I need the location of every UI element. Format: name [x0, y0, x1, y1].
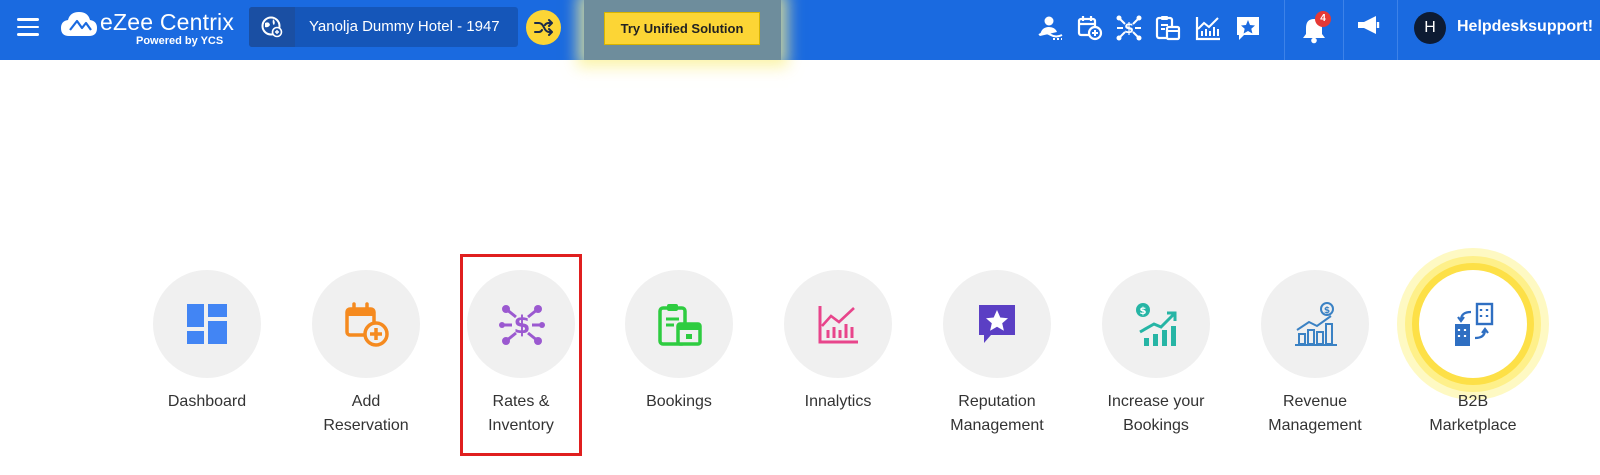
top-navigation-bar: eZee Centrix Powered by YCS Yanolja Dumm… [0, 0, 1600, 60]
module-icon-circle [625, 270, 733, 378]
hotel-name: Yanolja Dummy Hotel - 1947 [309, 18, 500, 35]
cloud-logo-icon [61, 12, 97, 36]
module-icon-circle [153, 270, 261, 378]
b2b-buildings-icon [1455, 302, 1494, 346]
app-name: eZee Centrix [100, 9, 235, 35]
module-increase-bookings[interactable]: $ Increase your Bookings [1081, 270, 1231, 440]
analytics-chart-icon[interactable] [1194, 14, 1222, 42]
shuffle-icon [534, 19, 553, 36]
selection-highlight-box [460, 254, 582, 456]
divider [1343, 0, 1344, 60]
module-label-line: Bookings [646, 393, 712, 410]
module-label-line: Dashboard [167, 393, 247, 410]
divider [1284, 0, 1285, 60]
guest-icon[interactable] [1036, 14, 1064, 42]
calendar-add-icon [345, 302, 389, 347]
module-label-line: Reputation [958, 393, 1036, 410]
module-bookings[interactable]: Bookings [604, 270, 754, 440]
module-dashboard[interactable]: Dashboard [132, 270, 282, 440]
module-label: Bookings [604, 390, 754, 414]
shuffle-hotel-button[interactable] [526, 10, 561, 45]
bookings-clipboard-icon [658, 304, 702, 346]
globe-icon [249, 7, 295, 47]
module-label: Dashboard [132, 390, 282, 414]
module-icon-circle: $ [1102, 270, 1210, 378]
module-icon-circle: $ [1261, 270, 1369, 378]
divider [1397, 0, 1398, 60]
module-label: B2B Marketplace [1398, 390, 1548, 438]
module-icon-circle [784, 270, 892, 378]
calendar-add-icon[interactable] [1076, 14, 1104, 42]
module-label: Innalytics [763, 390, 913, 414]
svg-text:$: $ [1140, 306, 1147, 317]
module-label-line: Reservation [323, 417, 409, 434]
module-label-line: Management [950, 417, 1044, 434]
module-revenue-management[interactable]: $ Revenue Management [1240, 270, 1390, 440]
rates-inventory-icon[interactable]: $ [1115, 14, 1143, 42]
app-tagline: Powered by YCS [136, 35, 224, 47]
module-label-line: Bookings [1123, 417, 1189, 434]
analytics-chart-icon [818, 306, 858, 344]
module-label: Reputation Management [922, 390, 1072, 438]
module-label-line: Revenue [1282, 393, 1348, 410]
module-label-line: Add [351, 393, 381, 410]
growth-dollar-icon: $ [1136, 303, 1177, 346]
module-label: Add Reservation [291, 390, 441, 438]
module-label: Revenue Management [1240, 390, 1390, 438]
svg-text:$: $ [1324, 306, 1330, 316]
module-label-line: Marketplace [1429, 417, 1517, 434]
username[interactable]: Helpdesksupport! [1457, 18, 1593, 36]
module-label-line: B2B [1457, 393, 1489, 410]
module-label-line: Increase your [1107, 393, 1205, 410]
reputation-star-icon[interactable] [1234, 14, 1262, 42]
avatar[interactable]: H [1414, 12, 1446, 44]
module-b2b-marketplace[interactable]: B2B Marketplace [1398, 270, 1548, 440]
hotel-selector[interactable]: Yanolja Dummy Hotel - 1947 [249, 7, 518, 47]
module-label: Increase your Bookings [1081, 390, 1231, 438]
module-label-line: Management [1268, 417, 1362, 434]
module-icon-circle [1419, 270, 1527, 378]
menu-icon[interactable] [17, 18, 39, 36]
svg-text:$: $ [1124, 21, 1134, 37]
module-icon-circle [312, 270, 420, 378]
dashboard-icon [187, 304, 227, 344]
module-reputation-management[interactable]: Reputation Management [922, 270, 1072, 440]
try-unified-solution-button[interactable]: Try Unified Solution [604, 12, 760, 45]
module-label-line: Innalytics [804, 393, 872, 410]
bookings-clipboard-icon[interactable] [1154, 14, 1182, 42]
reputation-star-icon [979, 305, 1015, 343]
revenue-chart-icon: $ [1295, 302, 1337, 346]
announcement-megaphone-icon[interactable] [1355, 12, 1383, 40]
notification-count-badge: 4 [1315, 11, 1331, 27]
module-icon-circle [943, 270, 1051, 378]
module-innalytics[interactable]: Innalytics [763, 270, 913, 440]
module-add-reservation[interactable]: Add Reservation [291, 270, 441, 440]
